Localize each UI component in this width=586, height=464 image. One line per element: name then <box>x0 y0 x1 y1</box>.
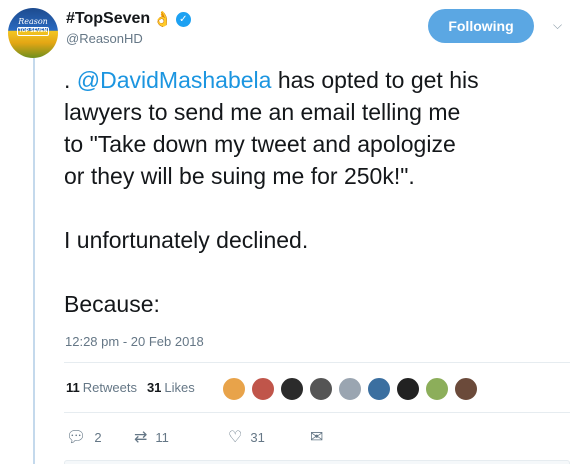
avatar[interactable]: Reason TOP SEVEN <box>8 8 58 58</box>
liker-avatar[interactable] <box>396 377 420 401</box>
reply-button[interactable]: 💬︎ 2 <box>66 427 134 447</box>
reply-icon: 💬︎ <box>66 429 87 446</box>
reply-box[interactable] <box>64 460 570 464</box>
likers-avatars <box>222 377 483 401</box>
liker-avatar[interactable] <box>280 377 304 401</box>
liker-avatar[interactable] <box>454 377 478 401</box>
liker-avatar[interactable] <box>367 377 391 401</box>
avatar-brand-text: Reason <box>18 17 48 26</box>
direct-message-button[interactable]: ✉ <box>310 427 331 447</box>
like-button[interactable]: ♡ 31 <box>228 427 310 447</box>
liker-avatar[interactable] <box>251 377 275 401</box>
envelope-icon: ✉ <box>310 429 324 446</box>
retweet-icon: ⇄ <box>134 429 148 446</box>
like-count: 31 <box>250 429 265 445</box>
author-handle[interactable]: @ReasonHD <box>66 31 143 46</box>
heart-icon: ♡ <box>228 429 243 446</box>
tweet-text: . @DavidMashabela has opted to get his l… <box>64 64 564 320</box>
tweet-timestamp[interactable]: 12:28 pm - 20 Feb 2018 <box>65 334 204 349</box>
tweet-line-1: . @DavidMashabela has opted to get his <box>64 67 479 93</box>
tweet-actions: 💬︎ 2 ⇄ 11 ♡ 31 ✉ <box>66 427 331 447</box>
retweets-stat[interactable]: 11 Retweets <box>66 380 137 395</box>
liker-avatar[interactable] <box>338 377 362 401</box>
author-name-row: #TopSeven 👌 ✓ <box>66 10 191 28</box>
mention-link[interactable]: @DavidMashabela <box>77 67 272 93</box>
tweet-line-2: lawyers to send me an email telling me <box>64 99 461 125</box>
tweet-line-6: Because: <box>64 291 160 317</box>
tweet-stats: 11 Retweets 31 Likes <box>66 380 205 395</box>
following-button[interactable]: Following <box>428 9 534 43</box>
tweet-line-3: to "Take down my tweet and apologize <box>64 131 456 157</box>
liker-avatar[interactable] <box>222 377 246 401</box>
verified-badge-icon: ✓ <box>175 11 191 27</box>
avatar-badge-text: TOP SEVEN <box>17 27 49 36</box>
divider <box>64 362 570 363</box>
retweet-button[interactable]: ⇄ 11 <box>134 427 228 447</box>
liker-avatar[interactable] <box>425 377 449 401</box>
reply-count: 2 <box>94 429 102 445</box>
retweet-count: 11 <box>155 429 169 445</box>
chevron-down-icon[interactable]: ⌵ <box>553 18 562 33</box>
conversation-thread-line <box>33 58 35 464</box>
author-display-name[interactable]: #TopSeven <box>66 10 150 28</box>
ok-hand-emoji-icon: 👌 <box>153 11 172 28</box>
likes-stat[interactable]: 31 Likes <box>147 380 195 395</box>
divider <box>64 412 570 413</box>
tweet-line-4: or they will be suing me for 250k!". <box>64 163 415 189</box>
liker-avatar[interactable] <box>309 377 333 401</box>
tweet-line-5: I unfortunately declined. <box>64 227 309 253</box>
